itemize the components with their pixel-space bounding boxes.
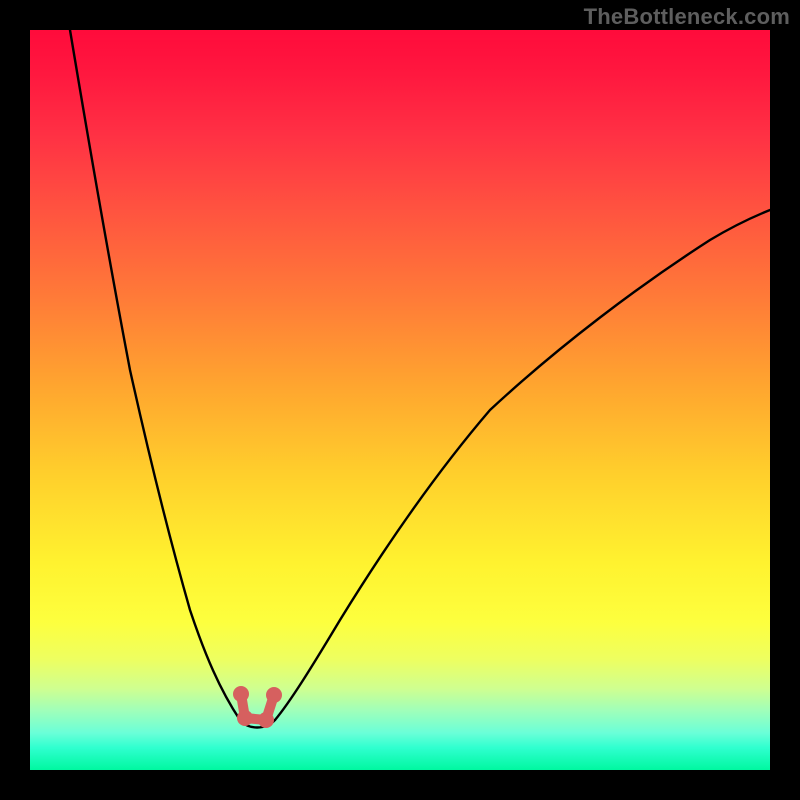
chart-frame — [30, 30, 770, 770]
watermark-text: TheBottleneck.com — [584, 4, 790, 30]
curve-left-branch — [70, 30, 240, 720]
marker-dot — [237, 710, 253, 726]
marker-dot — [266, 687, 282, 703]
marker-dot — [258, 712, 274, 728]
marker-dot — [233, 686, 249, 702]
curve-svg — [30, 30, 770, 770]
curve-right-branch — [275, 210, 770, 720]
